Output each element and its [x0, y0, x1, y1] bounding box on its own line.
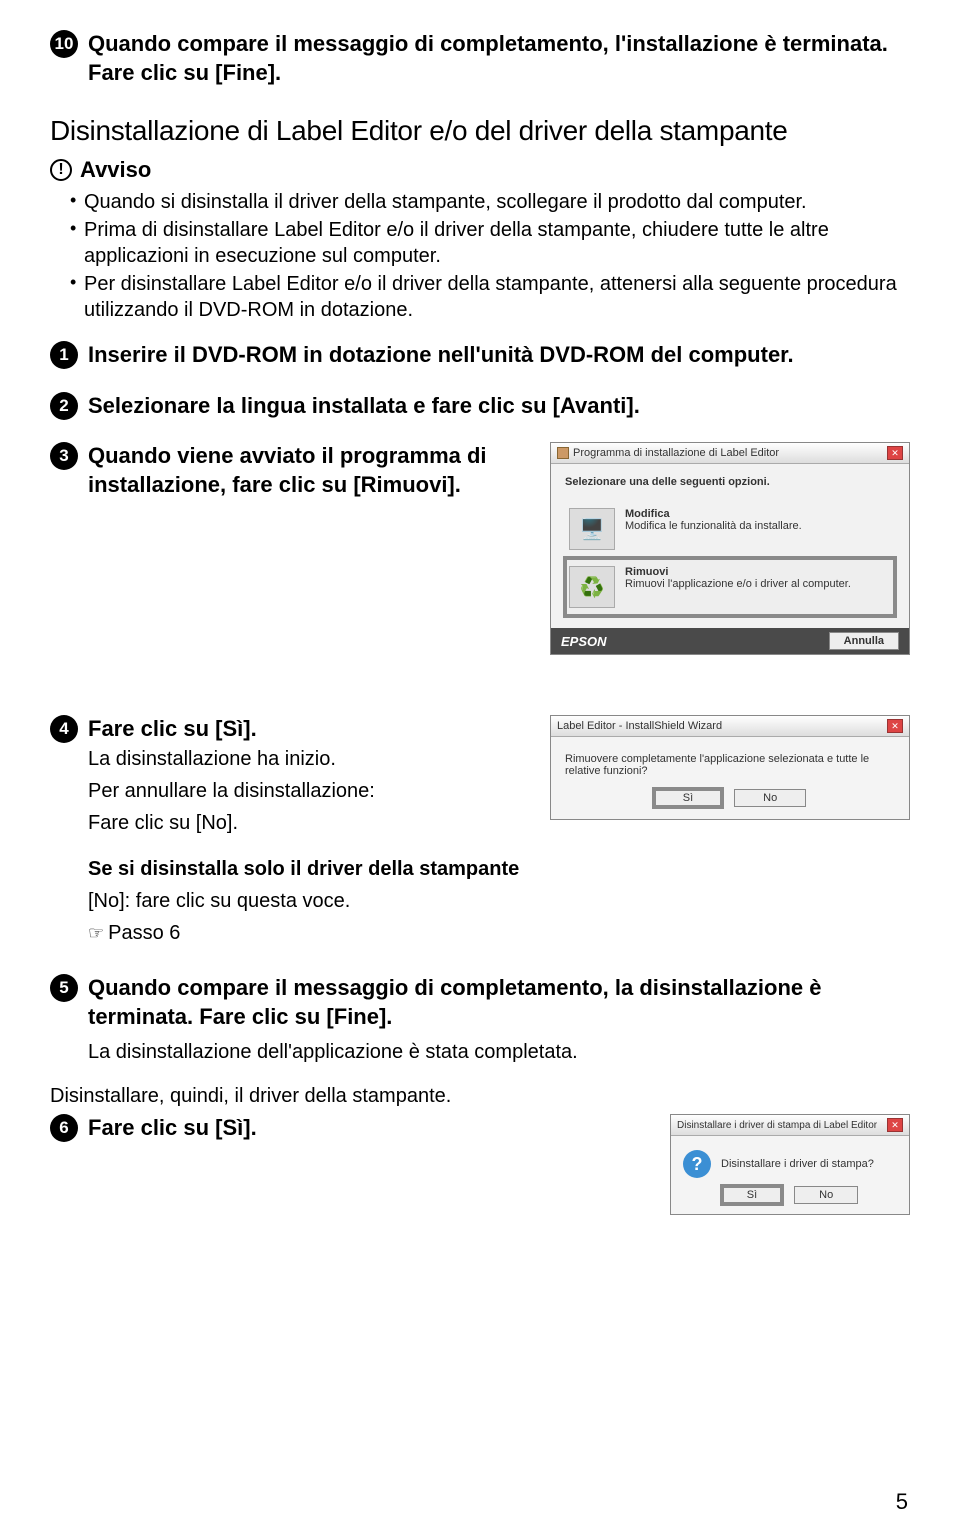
avviso-bullet-2: Prima di disinstallare Label Editor e/o …: [70, 217, 910, 269]
step-5-l1: La disinstallazione dell'applicazione è …: [88, 1039, 910, 1065]
step-4-number: 4: [50, 715, 78, 743]
no-button[interactable]: No: [794, 1186, 858, 1204]
option-remove-desc: Rimuovi l'applicazione e/o i driver al c…: [625, 578, 851, 590]
confirm-dialog-titlebar: Label Editor - InstallShield Wizard ✕: [551, 716, 909, 737]
step-4-sub-l2: ☞Passo 6: [88, 920, 532, 946]
avviso-header: ! Avviso: [50, 157, 910, 183]
uninstall-dialog-msg: Disinstallare i driver di stampa?: [721, 1158, 874, 1170]
install-dialog: Programma di installazione di Label Edit…: [550, 442, 910, 655]
step-4-block: 4 Fare clic su [Sì]. La disinstallazione…: [50, 715, 910, 952]
warning-icon: !: [50, 159, 72, 181]
step-1-number: 1: [50, 341, 78, 369]
confirm-dialog: Label Editor - InstallShield Wizard ✕ Ri…: [550, 715, 910, 820]
step-3-text: Quando viene avviato il programma di ins…: [88, 442, 532, 499]
step-6-block: 6 Fare clic su [Sì]. Disinstallare i dri…: [50, 1114, 910, 1215]
install-dialog-footer: EPSON Annulla: [551, 628, 909, 654]
step-2-number: 2: [50, 392, 78, 420]
step-6-bold: Fare clic su [Sì].: [88, 1114, 652, 1143]
yes-button[interactable]: Sì: [722, 1186, 782, 1204]
step-1-row: 1 Inserire il DVD-ROM in dotazione nell'…: [50, 341, 910, 370]
step-5-number: 5: [50, 974, 78, 1002]
step-5-bold: Quando compare il messaggio di completam…: [88, 974, 910, 1031]
cancel-button[interactable]: Annulla: [829, 632, 899, 650]
step-4-sub-bold: Se si disinstalla solo il driver della s…: [88, 856, 532, 882]
no-button[interactable]: No: [734, 789, 806, 807]
close-icon[interactable]: ✕: [887, 719, 903, 733]
package-icon: [557, 447, 569, 459]
install-dialog-heading: Selezionare una delle seguenti opzioni.: [565, 476, 895, 488]
step-1-text: Inserire il DVD-ROM in dotazione nell'un…: [88, 341, 910, 370]
step-4-sub-l1: [No]: fare clic su questa voce.: [88, 888, 532, 914]
avviso-bullet-1: Quando si disinstalla il driver della st…: [70, 189, 910, 215]
install-dialog-title: Programma di installazione di Label Edit…: [573, 447, 779, 459]
modify-icon: 🖥️: [569, 508, 615, 550]
uninstall-dialog-title: Disinstallare i driver di stampa di Labe…: [677, 1120, 877, 1131]
step-3-number: 3: [50, 442, 78, 470]
brand-label: EPSON: [561, 634, 607, 649]
close-icon[interactable]: ✕: [887, 446, 903, 460]
step-6-number: 6: [50, 1114, 78, 1142]
confirm-dialog-msg: Rimuovere completamente l'applicazione s…: [551, 737, 909, 789]
uninstall-dialog-titlebar: Disinstallare i driver di stampa di Labe…: [671, 1115, 909, 1136]
step-10-row: 10 Quando compare il messaggio di comple…: [50, 30, 910, 87]
page-number: 5: [896, 1489, 908, 1515]
step-4-l3: Fare clic su [No].: [88, 810, 532, 836]
step-3-block: 3 Quando viene avviato il programma di i…: [50, 442, 910, 655]
avviso-list: Quando si disinstalla il driver della st…: [70, 189, 910, 323]
avviso-bullet-3: Per disinstallare Label Editor e/o il dr…: [70, 271, 910, 323]
step-2-text: Selezionare la lingua installata e fare …: [88, 392, 910, 421]
step-10-text: Quando compare il messaggio di completam…: [88, 30, 910, 87]
uninstall-dialog: Disinstallare i driver di stampa di Labe…: [670, 1114, 910, 1215]
step-10-number: 10: [50, 30, 78, 58]
yes-button[interactable]: Sì: [654, 789, 722, 807]
step-4-bold: Fare clic su [Sì].: [88, 715, 532, 744]
confirm-dialog-title: Label Editor - InstallShield Wizard: [557, 720, 722, 732]
step-4-l1: La disinstallazione ha inizio.: [88, 746, 532, 772]
remove-icon: ♻️: [569, 566, 615, 608]
option-modify-title: Modifica: [625, 508, 802, 520]
option-modify-desc: Modifica le funzionalità da installare.: [625, 520, 802, 532]
option-remove-title: Rimuovi: [625, 566, 851, 578]
after-step5-text: Disinstallare, quindi, il driver della s…: [50, 1085, 910, 1108]
close-icon[interactable]: ✕: [887, 1118, 903, 1132]
install-dialog-titlebar: Programma di installazione di Label Edit…: [551, 443, 909, 464]
step-2-row: 2 Selezionare la lingua installata e far…: [50, 392, 910, 421]
step-4-sub-l2-text: Passo 6: [108, 922, 180, 944]
step-5-row: 5 Quando compare il messaggio di complet…: [50, 974, 910, 1031]
hand-icon: ☞: [88, 923, 104, 943]
avviso-label: Avviso: [80, 157, 151, 183]
option-remove[interactable]: ♻️ Rimuovi Rimuovi l'applicazione e/o i …: [565, 558, 895, 616]
option-modify[interactable]: 🖥️ Modifica Modifica le funzionalità da …: [565, 500, 895, 558]
step-4-l2: Per annullare la disinstallazione:: [88, 778, 532, 804]
question-icon: ?: [683, 1150, 711, 1178]
section-title: Disinstallazione di Label Editor e/o del…: [50, 115, 910, 147]
